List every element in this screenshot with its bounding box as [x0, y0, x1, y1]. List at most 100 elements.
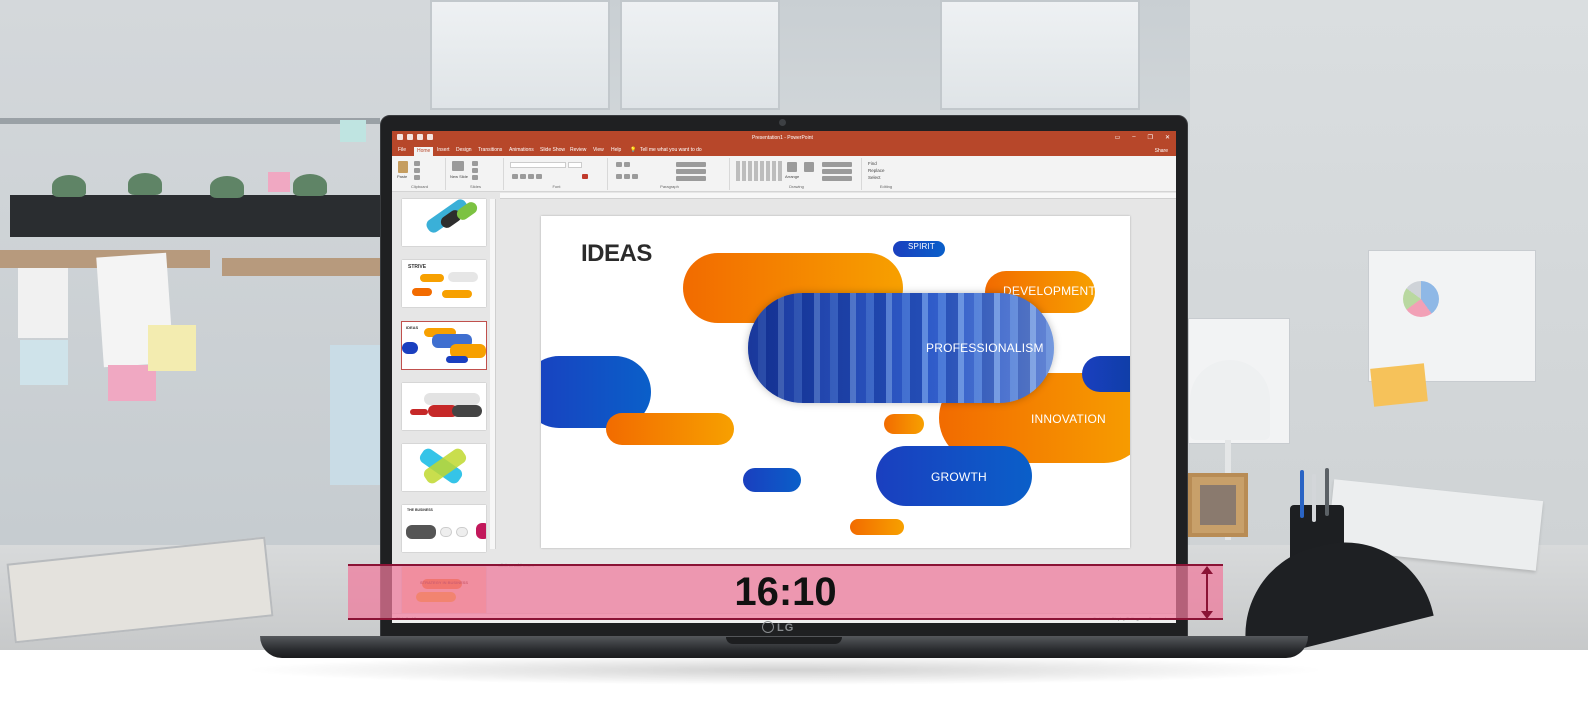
- lg-logo-icon: [762, 621, 774, 633]
- group-label: Editing: [879, 184, 893, 189]
- underline-icon[interactable]: [528, 174, 534, 179]
- slide-thumbnail[interactable]: [402, 444, 486, 491]
- slide-thumbnail-selected[interactable]: IDEAS: [401, 321, 487, 370]
- spirit-label: SPIRIT: [908, 242, 935, 251]
- tab-home[interactable]: Home: [414, 147, 434, 156]
- shapes-gallery[interactable]: [736, 161, 782, 181]
- innovation-label: INNOVATION: [1031, 412, 1106, 426]
- blue-pill-shape[interactable]: [1082, 356, 1130, 392]
- slide-thumbnail[interactable]: STRIVE: [402, 260, 486, 307]
- tab-animations[interactable]: Animations: [509, 147, 534, 153]
- pen-icon: [1300, 470, 1304, 518]
- pinned-paper: [18, 268, 68, 338]
- slide-thumbnail[interactable]: [402, 199, 486, 246]
- strikethrough-icon[interactable]: [536, 174, 542, 179]
- tab-insert[interactable]: Insert: [437, 147, 450, 153]
- slide-thumbnails-pane: STRIVE IDEAS THE BUSINESS: [392, 193, 490, 623]
- new-slide-icon[interactable]: [452, 161, 464, 171]
- group-font: Font: [506, 158, 608, 190]
- minimize-button[interactable]: –: [1132, 134, 1135, 141]
- save-icon[interactable]: [397, 134, 403, 140]
- font-size-dropdown[interactable]: [568, 162, 582, 168]
- align-right-icon[interactable]: [632, 174, 638, 179]
- replace-button[interactable]: Replace: [868, 168, 885, 173]
- align-left-icon[interactable]: [616, 174, 622, 179]
- laptop-screen: Presentation1 - PowerPoint ▭ – ❐ ✕ File …: [392, 131, 1176, 623]
- tab-file[interactable]: File: [398, 147, 406, 153]
- pen-icon: [1312, 474, 1316, 522]
- group-drawing: Arrange Drawing: [732, 158, 862, 190]
- shape-fill-icon[interactable]: [822, 162, 852, 167]
- tab-view[interactable]: View: [593, 147, 604, 153]
- reset-icon[interactable]: [472, 168, 478, 173]
- photo-frame: [1188, 473, 1248, 537]
- group-editing: Find Replace Select Editing: [864, 158, 908, 190]
- copy-icon[interactable]: [414, 168, 420, 173]
- quick-styles-icon[interactable]: [804, 162, 814, 172]
- select-button[interactable]: Select: [868, 175, 881, 180]
- orange-pill-shape[interactable]: [884, 414, 924, 434]
- slide-thumbnail[interactable]: [402, 383, 486, 430]
- new-slide-label: New Slide: [450, 174, 469, 179]
- aspect-ratio-label: 16:10: [734, 570, 837, 614]
- slide-thumbnail[interactable]: THE BUSINESS: [402, 505, 486, 552]
- shape-outline-icon[interactable]: [822, 169, 852, 174]
- arrow-down-icon: [1201, 611, 1213, 619]
- arrange-label: Arrange: [785, 174, 800, 179]
- professionalism-label: PROFESSIONALISM: [926, 341, 1044, 355]
- group-label: Paragraph: [660, 184, 679, 189]
- blue-pill-shape[interactable]: [743, 468, 801, 492]
- group-label: Drawing: [789, 184, 804, 189]
- slide-title: IDEAS: [581, 240, 652, 267]
- arrow-up-icon: [1201, 566, 1213, 574]
- italic-icon[interactable]: [520, 174, 526, 179]
- planter-shelf: [10, 195, 380, 237]
- smartart-icon[interactable]: [676, 176, 706, 181]
- layout-icon[interactable]: [472, 161, 478, 166]
- orange-pill-shape[interactable]: [850, 519, 904, 535]
- ribbon-display-icon[interactable]: ▭: [1115, 134, 1121, 141]
- font-name-dropdown[interactable]: [510, 162, 566, 168]
- tab-transitions[interactable]: Transitions: [478, 147, 502, 153]
- maximize-button[interactable]: ❐: [1148, 134, 1153, 141]
- wall-chart-poster: [1368, 250, 1536, 382]
- paste-icon[interactable]: [398, 161, 408, 173]
- tab-slide-show[interactable]: Slide Show: [540, 147, 565, 153]
- cut-icon[interactable]: [414, 161, 420, 166]
- tab-review[interactable]: Review: [570, 147, 586, 153]
- share-button[interactable]: Share: [1155, 148, 1168, 154]
- ribbon: Paste Clipboard New Slide Slides Font Pa…: [392, 156, 1176, 192]
- orange-pill-shape[interactable]: [606, 413, 734, 445]
- align-text-icon[interactable]: [676, 169, 706, 174]
- sticky-note: [340, 120, 366, 142]
- shape-effects-icon[interactable]: [822, 176, 852, 181]
- paste-label: Paste: [397, 174, 408, 179]
- desk-lamp: [1190, 360, 1270, 440]
- close-button[interactable]: ✕: [1165, 134, 1170, 141]
- corkboard-strip: [222, 258, 382, 276]
- find-button[interactable]: Find: [868, 161, 877, 166]
- tell-me-search[interactable]: Tell me what you want to do: [640, 147, 702, 153]
- group-clipboard: Paste Clipboard: [394, 158, 446, 190]
- format-painter-icon[interactable]: [414, 175, 420, 180]
- section-icon[interactable]: [472, 175, 478, 180]
- align-center-icon[interactable]: [624, 174, 630, 179]
- tab-help[interactable]: Help: [611, 147, 621, 153]
- undo-icon[interactable]: [407, 134, 413, 140]
- numbering-icon[interactable]: [624, 162, 630, 167]
- slide-canvas[interactable]: IDEAS SPIRIT DEVELOPMENT INNOVATION GROW…: [541, 216, 1130, 548]
- arrange-icon[interactable]: [787, 162, 797, 172]
- group-label: Font: [552, 184, 561, 189]
- professionalism-image-pill[interactable]: PROFESSIONALISM: [748, 293, 1054, 403]
- succulent-plant: [293, 174, 327, 196]
- bold-icon[interactable]: [512, 174, 518, 179]
- bullets-icon[interactable]: [616, 162, 622, 167]
- start-presentation-icon[interactable]: [427, 134, 433, 140]
- sticky-note: [20, 340, 68, 385]
- sticky-note: [1370, 363, 1428, 407]
- font-color-icon[interactable]: [582, 174, 588, 179]
- text-direction-icon[interactable]: [676, 162, 706, 167]
- ribbon-tabs: File Home Insert Design Transitions Anim…: [392, 145, 1176, 156]
- redo-icon[interactable]: [417, 134, 423, 140]
- tab-design[interactable]: Design: [456, 147, 472, 153]
